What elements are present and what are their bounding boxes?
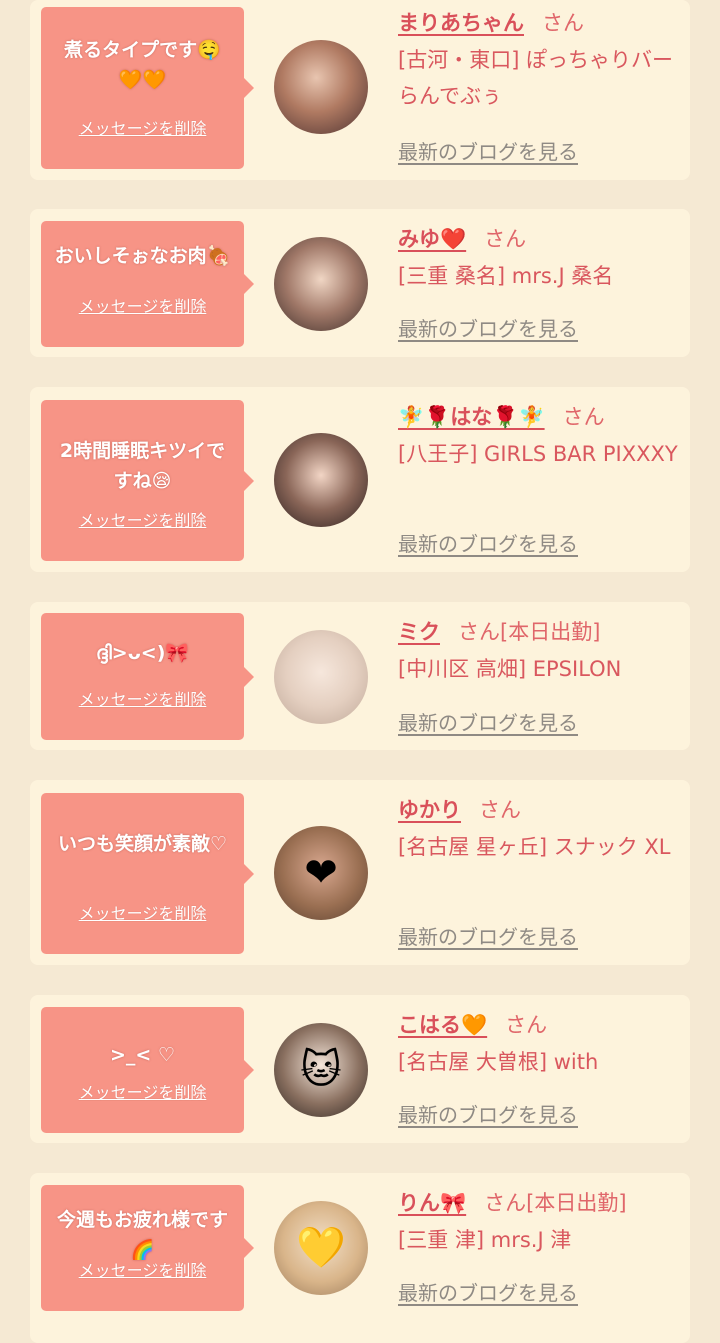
- girl-info: 🧚🌹はな🌹🧚 さん [八王子] GIRLS BAR PIXXXY 最新のブログを見る: [398, 402, 683, 572]
- honorific: さん: [542, 11, 584, 35]
- message-bubble: いつも笑顔が素敵♡ メッセージを削除: [41, 793, 254, 954]
- girl-name-link[interactable]: ゆかり: [398, 798, 461, 822]
- message-bubble: 煮るタイプです🤤🧡🧡 メッセージを削除: [41, 7, 254, 169]
- message-text: おいしそぉなお肉🍖: [54, 245, 231, 267]
- girl-name-link[interactable]: 🧚🌹はな🌹🧚: [398, 405, 545, 429]
- message-bubble: 今週もお疲れ様です🌈 メッセージを削除: [41, 1185, 254, 1311]
- favorite-girls-list: 煮るタイプです🤤🧡🧡 メッセージを削除 まりあちゃん さん [古河・東口] ぽっちゃりバ…: [0, 0, 720, 1343]
- honorific: さん: [458, 620, 500, 644]
- message-bubble: >_< ♡ メッセージを削除: [41, 1007, 254, 1133]
- work-status-badge: [本日出勤]: [526, 1191, 627, 1215]
- shop-name: [名古屋 星ヶ丘] スナック XL: [398, 835, 671, 859]
- girl-avatar[interactable]: ❤: [274, 826, 368, 920]
- favorite-card: 2時間睡眠キツイですね😪 メッセージを削除 🧚🌹はな🌹🧚 さん [八王子] GIRLS …: [30, 387, 690, 572]
- message-text: 2時間睡眠キツイですね😪: [59, 440, 226, 492]
- favorite-card: 煮るタイプです🤤🧡🧡 メッセージを削除 まりあちゃん さん [古河・東口] ぽっちゃりバ…: [30, 0, 690, 180]
- favorite-card: おいしそぉなお肉🍖 メッセージを削除 みゆ❤️ さん [三重 桑名] mrs.J 桑名最…: [30, 209, 690, 357]
- girl-avatar[interactable]: [274, 40, 368, 134]
- message-bubble: おいしそぉなお肉🍖 メッセージを削除: [41, 221, 254, 347]
- girl-avatar[interactable]: 🐱: [274, 1023, 368, 1117]
- message-bubble: ദ്ദി>ᴗ<)🎀 メッセージを削除: [41, 613, 254, 740]
- girl-name-link[interactable]: こはる🧡: [398, 1013, 487, 1037]
- yellow-heart-sticker-icon: 💛: [296, 1225, 346, 1271]
- message-text: >_< ♡: [110, 1044, 175, 1066]
- heart-sticker-icon: ❤: [304, 850, 338, 896]
- latest-blog-link[interactable]: 最新のブログを見る: [398, 136, 578, 165]
- name-line: りん🎀 さん[本日出勤]: [398, 1188, 683, 1218]
- latest-blog-link[interactable]: 最新のブログを見る: [398, 313, 578, 342]
- honorific: さん: [484, 1191, 527, 1215]
- latest-blog-link[interactable]: 最新のブログを見る: [398, 707, 578, 736]
- message-text: 今週もお疲れ様です🌈: [56, 1209, 228, 1261]
- delete-message-link[interactable]: メッセージを削除: [41, 900, 244, 924]
- delete-message-link[interactable]: メッセージを削除: [41, 686, 244, 710]
- name-line: みゆ❤️ さん: [398, 224, 683, 254]
- girl-avatar[interactable]: [274, 630, 368, 724]
- latest-blog-link[interactable]: 最新のブログを見る: [398, 1099, 578, 1128]
- message-text: 煮るタイプです🤤🧡🧡: [64, 39, 221, 91]
- delete-message-link[interactable]: メッセージを削除: [41, 293, 244, 317]
- message-bubble: 2時間睡眠キツイですね😪 メッセージを削除: [41, 400, 254, 561]
- name-line: こはる🧡 さん: [398, 1010, 683, 1040]
- honorific: さん: [562, 405, 605, 429]
- girl-name-link[interactable]: ミク: [398, 620, 440, 644]
- favorite-card: 今週もお疲れ様です🌈 メッセージを削除 💛 りん🎀 さん[本日出勤] [三重 津] mrs…: [30, 1173, 690, 1343]
- latest-blog-link[interactable]: 最新のブログを見る: [398, 1277, 578, 1306]
- girl-info: ゆかり さん [名古屋 星ヶ丘] スナック XL 最新のブログを見る: [398, 795, 683, 965]
- delete-message-link[interactable]: メッセージを削除: [41, 115, 244, 139]
- girl-avatar[interactable]: 💛: [274, 1201, 368, 1295]
- work-status-badge: [本日出勤]: [500, 620, 601, 644]
- shop-name: [古河・東口] ぽっちゃりバー らんでぶぅ: [398, 48, 674, 108]
- shop-name: [名古屋 大曽根] with: [398, 1050, 599, 1074]
- girl-info: まりあちゃん さん [古河・東口] ぽっちゃりバー らんでぶぅ最新のブログを見る: [398, 8, 683, 180]
- cat-sticker-icon: 🐱: [300, 1047, 342, 1093]
- girl-name-link[interactable]: まりあちゃん: [398, 11, 524, 35]
- delete-message-link[interactable]: メッセージを削除: [41, 1079, 244, 1103]
- name-line: まりあちゃん さん: [398, 8, 683, 38]
- girl-info: ミク さん[本日出勤] [中川区 高畑] EPSILON 最新のブログを見る: [398, 617, 683, 750]
- message-text: ദ്ദി>ᴗ<)🎀: [95, 642, 190, 664]
- shop-name: [中川区 高畑] EPSILON: [398, 657, 622, 681]
- latest-blog-link[interactable]: 最新のブログを見る: [398, 528, 578, 557]
- name-line: 🧚🌹はな🌹🧚 さん: [398, 402, 683, 432]
- girl-name-link[interactable]: りん🎀: [398, 1191, 466, 1215]
- favorite-card: >_< ♡ メッセージを削除 🐱 こはる🧡 さん [名古屋 大曽根] with 最新のブログ…: [30, 995, 690, 1143]
- shop-name: [三重 津] mrs.J 津: [398, 1228, 572, 1252]
- shop-name: [八王子] GIRLS BAR PIXXXY: [398, 442, 678, 466]
- girl-info: みゆ❤️ さん [三重 桑名] mrs.J 桑名最新のブログを見る: [398, 224, 683, 357]
- name-line: ゆかり さん: [398, 795, 683, 825]
- message-text: いつも笑顔が素敵♡: [57, 833, 228, 855]
- delete-message-link[interactable]: メッセージを削除: [41, 1257, 244, 1281]
- delete-message-link[interactable]: メッセージを削除: [41, 507, 244, 531]
- shop-name: [三重 桑名] mrs.J 桑名: [398, 264, 614, 288]
- latest-blog-link[interactable]: 最新のブログを見る: [398, 921, 578, 950]
- name-line: ミク さん[本日出勤]: [398, 617, 683, 647]
- honorific: さん: [484, 227, 527, 251]
- favorite-card: ദ്ദി>ᴗ<)🎀 メッセージを削除 ミク さん[本日出勤] [中川区 高畑] EPSI…: [30, 602, 690, 750]
- girl-avatar[interactable]: [274, 433, 368, 527]
- honorific: さん: [505, 1013, 548, 1037]
- honorific: さん: [479, 798, 521, 822]
- girl-avatar[interactable]: [274, 237, 368, 331]
- girl-name-link[interactable]: みゆ❤️: [398, 227, 466, 251]
- favorite-card: いつも笑顔が素敵♡ メッセージを削除 ❤ ゆかり さん [名古屋 星ヶ丘] スナック XL…: [30, 780, 690, 965]
- girl-info: こはる🧡 さん [名古屋 大曽根] with 最新のブログを見る: [398, 1010, 683, 1143]
